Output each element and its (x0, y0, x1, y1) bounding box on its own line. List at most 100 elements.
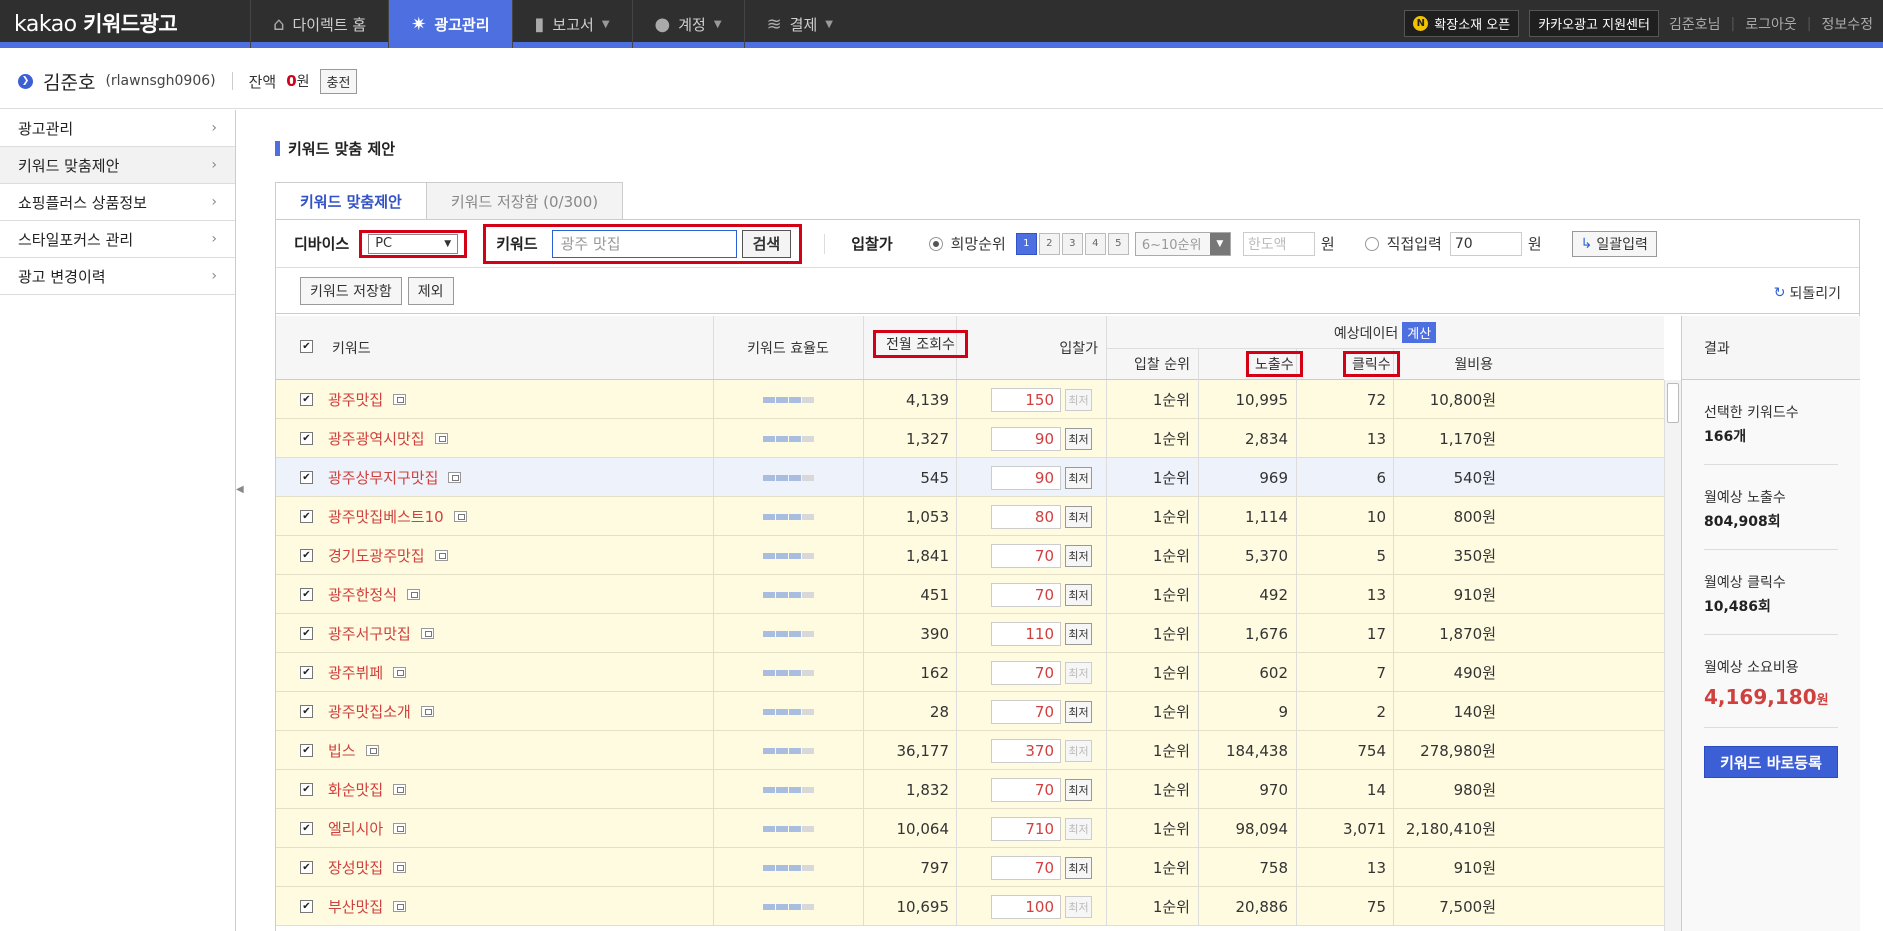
lowest-bid-button[interactable]: 최저 (1065, 466, 1092, 489)
bid-input[interactable]: 70 (991, 777, 1061, 802)
table-row[interactable]: ✔ 경기도광주맛집 1,841 70 최저 1순위 5,370 5 350원 (276, 536, 1664, 575)
lowest-bid-button[interactable]: 최저 (1065, 505, 1092, 528)
lowest-bid-button[interactable]: 최저 (1065, 739, 1092, 762)
bid-input[interactable]: 70 (991, 660, 1061, 685)
support-center-button[interactable]: 카카오광고 지원센터 (1529, 10, 1659, 37)
tab-keyword-suggest[interactable]: 키워드 맞춤제안 (275, 182, 427, 220)
row-checkbox[interactable]: ✔ (300, 627, 313, 640)
rank-button-1[interactable]: 1 (1015, 232, 1037, 255)
bid-input[interactable]: 100 (991, 894, 1061, 919)
row-checkbox[interactable]: ✔ (300, 432, 313, 445)
rank-button-2[interactable]: 2 (1038, 232, 1060, 255)
sidebar-item-ad-management[interactable]: 광고관리 › (0, 110, 235, 147)
rank-button-3[interactable]: 3 (1061, 232, 1083, 255)
keyword-search-input[interactable]: 광주 맛집 (551, 229, 737, 258)
keyword-link[interactable]: 엘리시아 (328, 818, 383, 839)
bid-input[interactable]: 70 (991, 582, 1061, 607)
lowest-bid-button[interactable]: 최저 (1065, 856, 1092, 879)
table-row[interactable]: ✔ 광주서구맛집 390 110 최저 1순위 1,676 17 1,870원 (276, 614, 1664, 653)
sidebar-item-keyword-suggest[interactable]: 키워드 맞춤제안 › (0, 147, 235, 184)
header-monthly-views[interactable]: 전월 조회수 (873, 330, 968, 358)
keyword-link[interactable]: 광주서구맛집 (328, 623, 411, 644)
external-link-icon[interactable] (434, 433, 448, 444)
table-row[interactable]: ✔ 광주뷔페 162 70 최저 1순위 602 7 490원 (276, 653, 1664, 692)
exclude-button[interactable]: 제외 (407, 276, 454, 305)
nav-payment[interactable]: ≋ 결제 ▼ (743, 0, 855, 48)
table-row[interactable]: ✔ 광주맛집베스트10 1,053 80 최저 1순위 1,114 10 800원 (276, 497, 1664, 536)
table-row[interactable]: ✔ 장성맛집 797 70 최저 1순위 758 13 910원 (276, 848, 1664, 887)
calculate-button[interactable]: 계산 (1402, 322, 1437, 343)
lowest-bid-button[interactable]: 최저 (1065, 544, 1092, 567)
external-link-icon[interactable] (453, 511, 467, 522)
sidebar-collapse-icon[interactable]: ◀ (236, 484, 244, 502)
header-impressions[interactable]: 노출수 (1246, 351, 1303, 377)
batch-input-button[interactable]: ↳ 일괄입력 (1571, 230, 1657, 257)
row-checkbox[interactable]: ✔ (300, 705, 313, 718)
desired-rank-radio[interactable] (928, 236, 943, 251)
nav-ad-management[interactable]: ✷ 광고관리 (388, 0, 512, 48)
external-link-icon[interactable] (434, 550, 448, 561)
restore-button[interactable]: ↻ 되돌리기 (1774, 283, 1841, 303)
bid-input[interactable]: 90 (991, 465, 1061, 490)
table-row[interactable]: ✔ 빕스 36,177 370 최저 1순위 184,438 754 278,98… (276, 731, 1664, 770)
rank-range-select[interactable]: 6~10순위 ▼ (1134, 231, 1231, 256)
profile-edit-link[interactable]: 정보수정 (1821, 14, 1873, 34)
sidebar-item-shopping-plus[interactable]: 쇼핑플러스 상품정보 › (0, 184, 235, 221)
external-link-icon[interactable] (393, 667, 407, 678)
keyword-link[interactable]: 장성맛집 (328, 857, 383, 878)
row-checkbox[interactable]: ✔ (300, 783, 313, 796)
lowest-bid-button[interactable]: 최저 (1065, 661, 1092, 684)
rank-button-5[interactable]: 5 (1107, 232, 1129, 255)
charge-button[interactable]: 충전 (319, 68, 358, 94)
bid-input[interactable]: 70 (991, 699, 1061, 724)
table-row[interactable]: ✔ 부산맛집 10,695 100 최저 1순위 20,886 75 7,500원 (276, 887, 1664, 926)
keyword-link[interactable]: 광주광역시맛집 (328, 428, 425, 449)
external-link-icon[interactable] (393, 823, 407, 834)
account-arrow-icon[interactable]: ❯ (18, 73, 33, 89)
row-checkbox[interactable]: ✔ (300, 666, 313, 679)
row-checkbox[interactable]: ✔ (300, 471, 313, 484)
bid-input[interactable]: 70 (991, 855, 1061, 880)
device-select[interactable]: PC ▼ (368, 233, 459, 254)
row-checkbox[interactable]: ✔ (300, 900, 313, 913)
save-to-storage-button[interactable]: 키워드 저장함 (300, 276, 402, 305)
nav-account[interactable]: ● 계정 ▼ (631, 0, 744, 48)
keyword-link[interactable]: 빕스 (328, 740, 356, 761)
scrollbar-thumb[interactable] (1667, 383, 1679, 423)
table-row[interactable]: ✔ 광주맛집 4,139 150 최저 1순위 10,995 72 10,800원 (276, 380, 1664, 419)
keyword-link[interactable]: 광주맛집베스트10 (328, 506, 444, 527)
keyword-link[interactable]: 광주뷔페 (328, 662, 383, 683)
rank-button-4[interactable]: 4 (1084, 232, 1106, 255)
lowest-bid-button[interactable]: 최저 (1065, 622, 1092, 645)
lowest-bid-button[interactable]: 최저 (1065, 778, 1092, 801)
external-link-icon[interactable] (393, 901, 407, 912)
table-row[interactable]: ✔ 화순맛집 1,832 70 최저 1순위 970 14 980원 (276, 770, 1664, 809)
external-link-icon[interactable] (420, 628, 434, 639)
row-checkbox[interactable]: ✔ (300, 588, 313, 601)
table-scrollbar[interactable] (1664, 380, 1681, 931)
row-checkbox[interactable]: ✔ (300, 861, 313, 874)
external-link-icon[interactable] (365, 745, 379, 756)
table-row[interactable]: ✔ 광주광역시맛집 1,327 90 최저 1순위 2,834 13 1,170원 (276, 419, 1664, 458)
external-link-icon[interactable] (448, 472, 462, 483)
table-row[interactable]: ✔ 엘리시아 10,064 710 최저 1순위 98,094 3,071 2,1… (276, 809, 1664, 848)
external-link-icon[interactable] (393, 394, 407, 405)
keyword-link[interactable]: 광주맛집 (328, 389, 383, 410)
external-link-icon[interactable] (393, 862, 407, 873)
tab-keyword-storage[interactable]: 키워드 저장함 (0/300) (425, 182, 624, 220)
bid-input[interactable]: 90 (991, 426, 1061, 451)
row-checkbox[interactable]: ✔ (300, 393, 313, 406)
logout-link[interactable]: 로그아웃 (1745, 14, 1797, 34)
register-keywords-button[interactable]: 키워드 바로등록 (1704, 746, 1838, 778)
search-button[interactable]: 검색 (741, 229, 792, 258)
promo-button[interactable]: N 확장소재 오픈 (1404, 10, 1520, 37)
bid-input[interactable]: 150 (991, 387, 1061, 412)
keyword-link[interactable]: 광주한정식 (328, 584, 397, 605)
logo[interactable]: kakao 키워드광고 (14, 8, 178, 38)
lowest-bid-button[interactable]: 최저 (1065, 427, 1092, 450)
direct-bid-input[interactable]: 70 (1449, 231, 1522, 256)
nav-reports[interactable]: ▮ 보고서 ▼ (511, 0, 632, 48)
lowest-bid-button[interactable]: 최저 (1065, 388, 1092, 411)
nav-direct-home[interactable]: ⌂ 다이렉트 홈 (250, 0, 388, 48)
row-checkbox[interactable]: ✔ (300, 549, 313, 562)
